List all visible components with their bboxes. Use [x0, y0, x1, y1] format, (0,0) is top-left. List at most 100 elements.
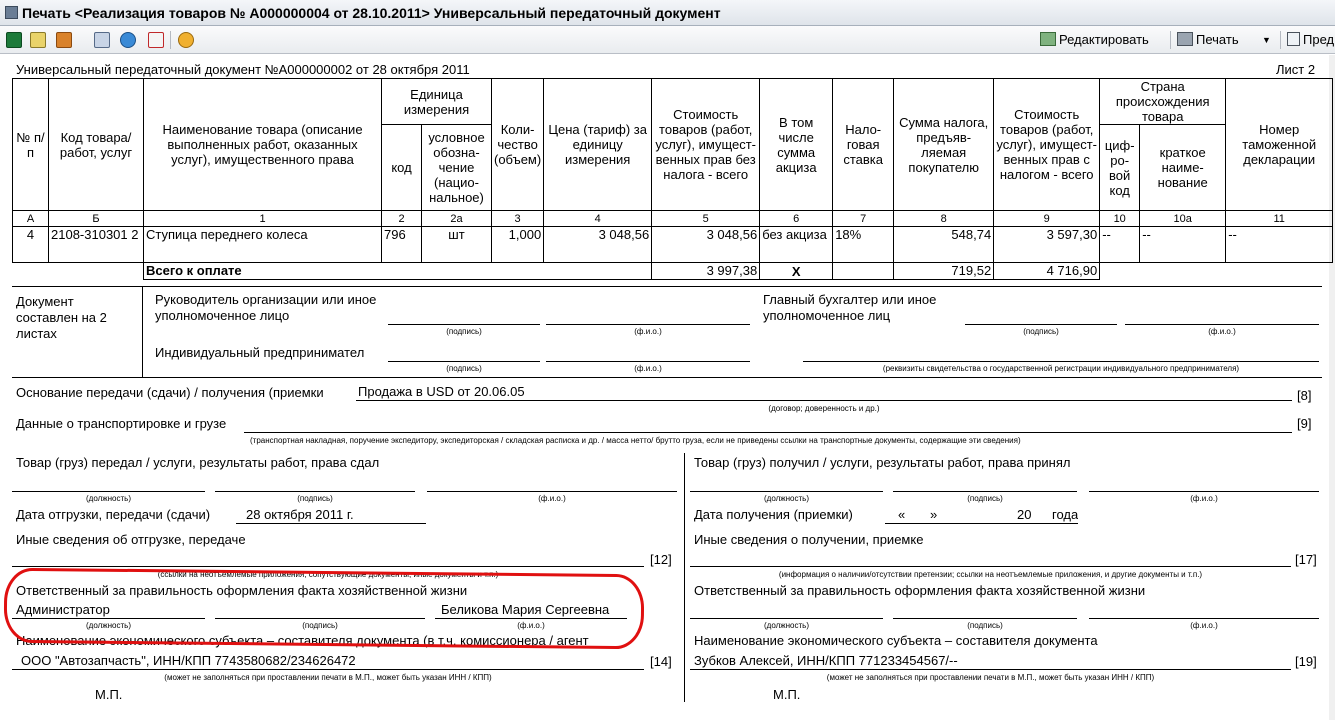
- entity-right-label: Наименование экономического субъекта – с…: [694, 633, 1098, 648]
- caption-position: (должность): [764, 494, 809, 503]
- cell-rate: 18%: [832, 226, 895, 263]
- print-dropdown-arrow[interactable]: ▼: [1262, 31, 1271, 49]
- chart-icon[interactable]: [28, 30, 48, 50]
- col-number: А: [12, 210, 49, 227]
- toolbar: Редактировать Печать ▼ Пред: [0, 26, 1335, 54]
- caption-sign: (подпись): [1023, 327, 1059, 336]
- col-header-cost-with-tax: Стоимость товаров (работ, услуг), имущес…: [993, 78, 1101, 211]
- col-header-unit-code: код: [381, 124, 422, 211]
- cell-price: 3 048,56: [543, 226, 653, 263]
- entity-left-number: [14]: [650, 654, 672, 669]
- cell-customs: --: [1225, 226, 1334, 263]
- cell-num: 4: [12, 226, 49, 263]
- receive-date-open-quote: «: [898, 507, 906, 522]
- col-header-unit: Единица измерения: [381, 78, 492, 125]
- col-number: 9: [993, 210, 1101, 227]
- column-numbers-row: А Б 1 2 2а 3 4 5 6 7 8 9 10 10а 11: [12, 210, 1334, 227]
- preview-button[interactable]: Пред: [1287, 31, 1334, 49]
- block-top-line: [12, 286, 1322, 287]
- col-header-country: Страна происхождения товара: [1099, 78, 1227, 125]
- col-header-num: № п/п: [12, 78, 49, 211]
- caption-other-receive: (информация о наличии/отсутствии претенз…: [778, 570, 1203, 579]
- caption-fio: (ф.и.о.): [634, 364, 662, 373]
- cell-excise: без акциза: [759, 226, 834, 263]
- export-icon[interactable]: [54, 30, 80, 50]
- pdf-icon[interactable]: [146, 30, 166, 50]
- sheet-number: Лист 2: [1276, 62, 1316, 77]
- browser-icon[interactable]: [118, 30, 138, 50]
- edit-button[interactable]: Редактировать: [1040, 31, 1149, 49]
- preview-button-label: Пред: [1303, 32, 1335, 47]
- document-header-title: Универсальный передаточный документ №А00…: [16, 62, 470, 77]
- col-header-tax-rate: Нало-говая ставка: [832, 78, 895, 211]
- printer-icon: [1177, 32, 1193, 46]
- caption-ip-requisites: (реквизиты свидетельства о государственн…: [882, 364, 1240, 373]
- edit-button-label: Редактировать: [1059, 32, 1149, 47]
- highlight-ring: [3, 567, 645, 650]
- responsible-right-label: Ответственный за правильность оформления…: [694, 583, 1146, 598]
- window-title: Печать <Реализация товаров № А000000004 …: [22, 5, 721, 21]
- composed-note: Документ составлен на 2 листах: [16, 294, 107, 341]
- total-excise: X: [759, 262, 834, 280]
- help-icon[interactable]: [176, 30, 196, 50]
- col-header-code: Код товара/ работ, услуг: [48, 78, 144, 211]
- caption-fio: (ф.и.о.): [538, 494, 566, 503]
- total-row: Всего к оплате 3 997,38 X 719,52 4 716,9…: [13, 262, 1333, 280]
- head-label: Руководитель организации или иное уполно…: [155, 292, 377, 323]
- caption-sign: (подпись): [446, 327, 482, 336]
- caption-stamp: (может не заполняться при проставлении п…: [164, 673, 492, 682]
- block-bottom-line: [12, 377, 1322, 378]
- edit-icon: [1040, 32, 1056, 46]
- print-button[interactable]: Печать: [1177, 31, 1239, 49]
- other-ship-label: Иные сведения об отгрузке, передаче: [16, 532, 246, 547]
- transport-number: [9]: [1297, 416, 1312, 431]
- excel-icon[interactable]: [4, 30, 24, 50]
- cell-unit-code: 796: [381, 226, 422, 263]
- col-header-country-name: краткое наиме-нование: [1139, 124, 1227, 211]
- caption-fio: (ф.и.о.): [1190, 621, 1218, 630]
- cell-code: 2108-310301 2: [48, 226, 144, 263]
- receive-date-year: 20: [1017, 507, 1032, 522]
- col-header-excise: В том числе сумма акциза: [759, 78, 834, 211]
- caption-position: (должность): [86, 494, 131, 503]
- chief-accountant-label: Главный бухгалтер или иное уполномоченно…: [763, 292, 937, 323]
- caption-sign: (подпись): [967, 621, 1003, 630]
- cell-unit: шт: [421, 226, 492, 263]
- cell-country-code: --: [1099, 226, 1141, 263]
- caption-position: (должность): [764, 621, 809, 630]
- ship-date-label: Дата отгрузки, передачи (сдачи): [16, 507, 211, 522]
- entity-left-value: ООО "Автозапчасть", ИНН/КПП 7743580682/2…: [21, 653, 356, 668]
- receive-date-label: Дата получения (приемки): [694, 507, 853, 522]
- caption-sign: (подпись): [297, 494, 333, 503]
- basis-number: [8]: [1297, 388, 1312, 403]
- cell-cost: 3 048,56: [651, 226, 761, 263]
- preview-icon: [1287, 32, 1300, 46]
- cell-tax: 548,74: [893, 226, 995, 263]
- col-number: 5: [651, 210, 761, 227]
- col-header-cost: Стоимость товаров (работ, услуг), имущес…: [651, 78, 761, 211]
- other-ship-number: [12]: [650, 552, 672, 567]
- other-receive-label: Иные сведения о получении, приемке: [694, 532, 924, 547]
- cell-name: Ступица переднего колеса: [143, 226, 382, 263]
- copy-icon[interactable]: [92, 30, 112, 50]
- col-number: Б: [48, 210, 144, 227]
- ip-label: Индивидуальный предпринимател: [155, 345, 365, 360]
- col-number: 6: [759, 210, 834, 227]
- col-number: 3: [490, 210, 545, 227]
- cell-country-name: --: [1139, 226, 1227, 263]
- col-number: 10: [1099, 210, 1141, 227]
- col-header-country-code: циф-ро-вой код: [1099, 124, 1141, 211]
- received-label: Товар (груз) получил / услуги, результат…: [694, 455, 1071, 470]
- col-header-customs: Номер таможенной декларации: [1225, 78, 1334, 211]
- table-row: 4 2108-310301 2 Ступица переднего колеса…: [12, 226, 1334, 263]
- other-receive-number: [17]: [1295, 552, 1317, 567]
- transport-label: Данные о транспортировке и грузе: [16, 416, 227, 431]
- total-tax: 719,52: [893, 262, 995, 280]
- entity-right-number: [19]: [1295, 654, 1317, 669]
- caption-fio: (ф.и.о.): [1190, 494, 1218, 503]
- col-number: 8: [893, 210, 995, 227]
- receive-date-suffix: года: [1052, 507, 1078, 522]
- col-number: 10а: [1139, 210, 1227, 227]
- stamp-place-right: М.П.: [773, 687, 801, 702]
- receive-date-close-quote: »: [930, 507, 938, 522]
